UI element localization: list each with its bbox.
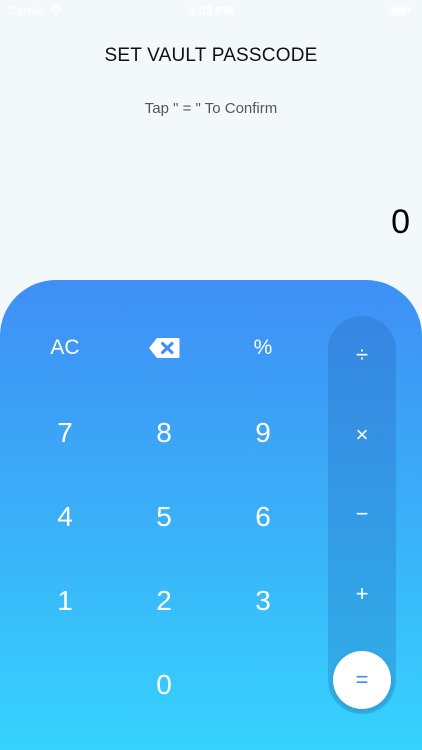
digit-0-button[interactable]: 0: [129, 655, 199, 715]
digit-9-button[interactable]: 9: [228, 403, 298, 463]
digit-6-button[interactable]: 6: [228, 487, 298, 547]
divide-button[interactable]: ÷: [327, 325, 397, 385]
digit-4-button[interactable]: 4: [30, 487, 100, 547]
digit-7-button[interactable]: 7: [30, 403, 100, 463]
digit-8-button[interactable]: 8: [129, 403, 199, 463]
equals-button[interactable]: =: [333, 651, 391, 709]
calculator-keypad: AC % ÷ 7 8 9 × 4 5 6 − 1 2 3 + 0 =: [0, 280, 422, 750]
page-title: SET VAULT PASSCODE: [104, 45, 318, 66]
backspace-icon: [149, 338, 180, 358]
status-bar: Carrier 9:03 PM: [0, 0, 422, 22]
add-button[interactable]: +: [327, 564, 397, 624]
percent-button[interactable]: %: [228, 318, 298, 378]
confirm-instruction: Tap " = " To Confirm: [144, 100, 278, 117]
digit-3-button[interactable]: 3: [228, 571, 298, 631]
status-time: 9:03 PM: [188, 4, 234, 18]
backspace-button[interactable]: [129, 318, 199, 378]
multiply-button[interactable]: ×: [327, 405, 397, 465]
digit-2-button[interactable]: 2: [129, 571, 199, 631]
clear-button[interactable]: AC: [30, 318, 100, 378]
subtract-button[interactable]: −: [327, 484, 397, 544]
digit-1-button[interactable]: 1: [30, 571, 100, 631]
battery-icon: [390, 5, 412, 16]
passcode-display: 0: [391, 203, 410, 241]
digit-5-button[interactable]: 5: [129, 487, 199, 547]
